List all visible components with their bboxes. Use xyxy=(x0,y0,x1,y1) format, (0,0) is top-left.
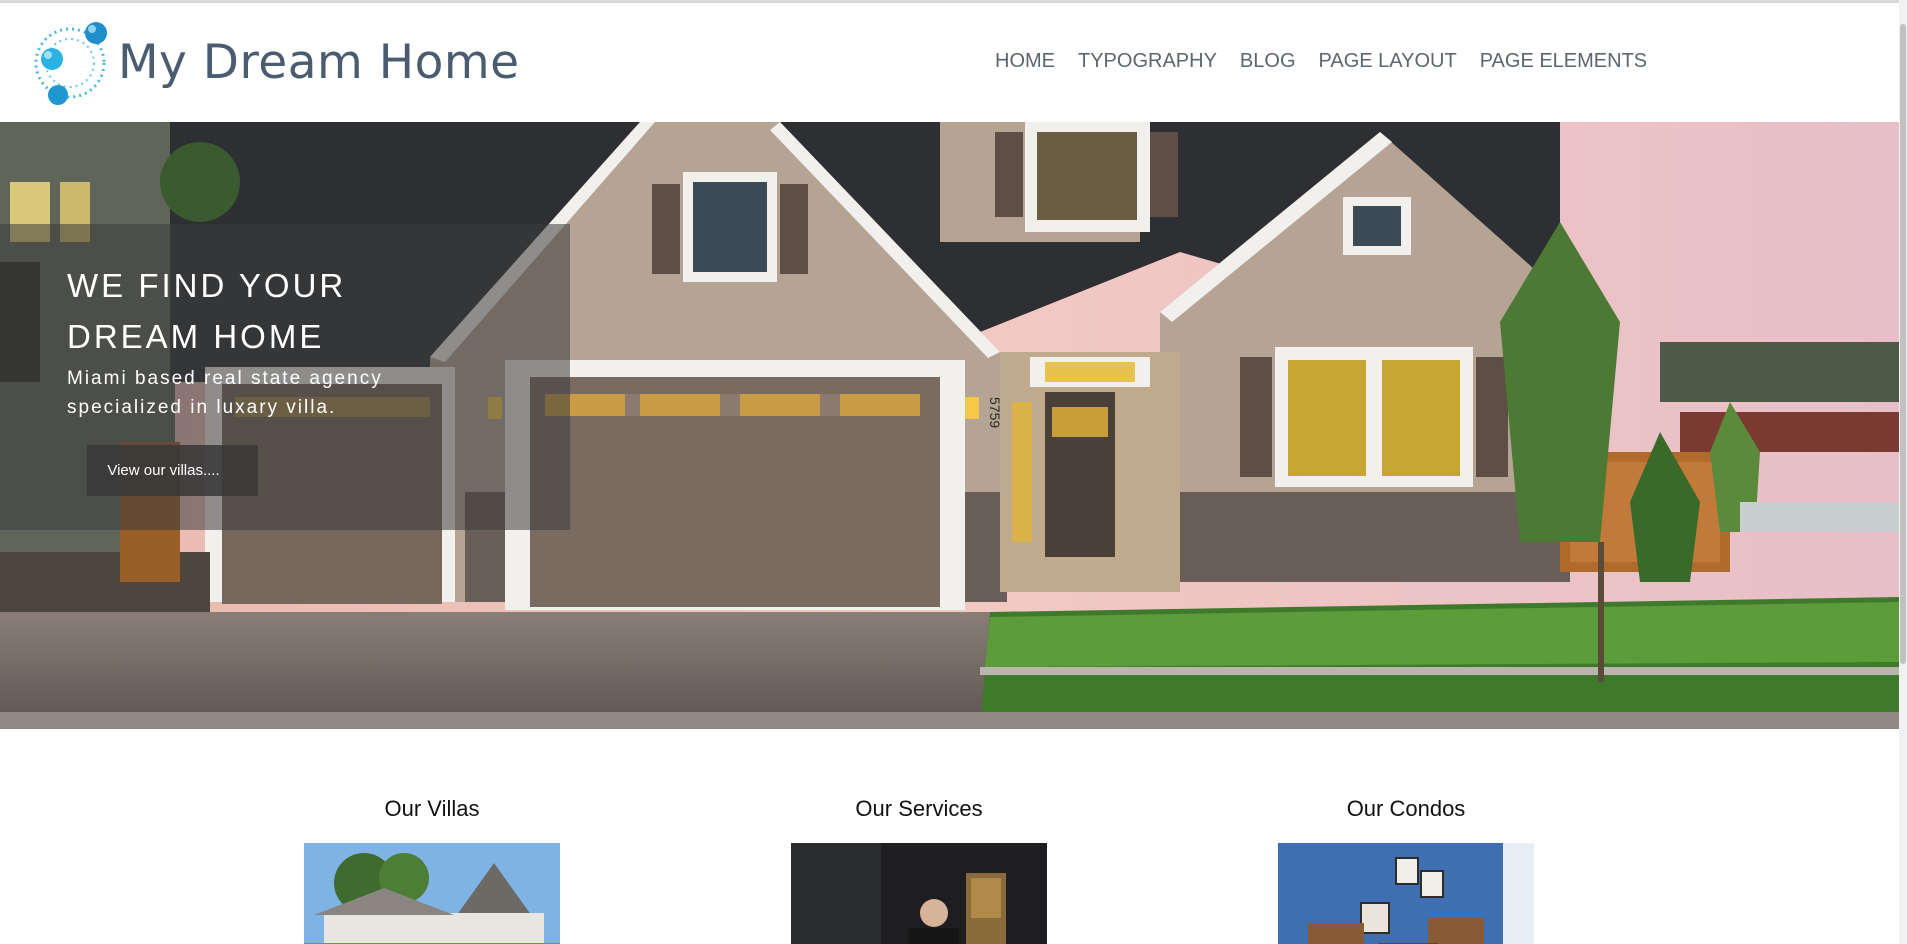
condos-image xyxy=(1278,843,1534,944)
features-section: Our Villas Our Services Our Condos xyxy=(0,729,1899,944)
hero-title: WE FIND YOUR DREAM HOME xyxy=(67,267,347,355)
feature-title: Our Services xyxy=(855,796,983,821)
nav-page-elements[interactable]: PAGE ELEMENTS xyxy=(1480,50,1647,73)
feature-villas: Our Villas xyxy=(304,796,560,944)
condos-thumbnail[interactable] xyxy=(1278,843,1534,944)
feature-title: Our Villas xyxy=(384,796,480,821)
site-title: My Dream Home xyxy=(118,35,520,90)
services-thumbnail[interactable] xyxy=(791,843,1047,944)
main-nav: HOME TYPOGRAPHY BLOG PAGE LAYOUT PAGE EL… xyxy=(995,50,1670,73)
villas-thumbnail[interactable] xyxy=(304,843,560,944)
view-villas-button[interactable]: View our villas.... xyxy=(87,445,258,496)
nav-typography[interactable]: TYPOGRAPHY xyxy=(1078,50,1217,73)
house-number: 5759 xyxy=(987,397,1003,428)
feature-condos: Our Condos xyxy=(1278,796,1534,944)
feature-title: Our Condos xyxy=(1346,796,1466,821)
scrollbar-thumb[interactable] xyxy=(1900,24,1906,664)
logo-orbit-icon xyxy=(34,22,107,105)
villas-image xyxy=(304,843,560,944)
nav-home[interactable]: HOME xyxy=(995,50,1055,73)
hero-banner: 5759 WE FIND YOUR DREAM HOME Miami based… xyxy=(0,122,1899,729)
site-logo-link[interactable]: My Dream Home xyxy=(28,17,519,109)
hero-subtitle: Miami based real state agency specialize… xyxy=(67,368,383,418)
site-header: My Dream Home HOME TYPOGRAPHY BLOG PAGE … xyxy=(0,3,1899,122)
services-image xyxy=(791,843,1047,944)
feature-services: Our Services xyxy=(791,796,1047,944)
nav-page-layout[interactable]: PAGE LAYOUT xyxy=(1319,50,1457,73)
nav-blog[interactable]: BLOG xyxy=(1240,50,1296,73)
